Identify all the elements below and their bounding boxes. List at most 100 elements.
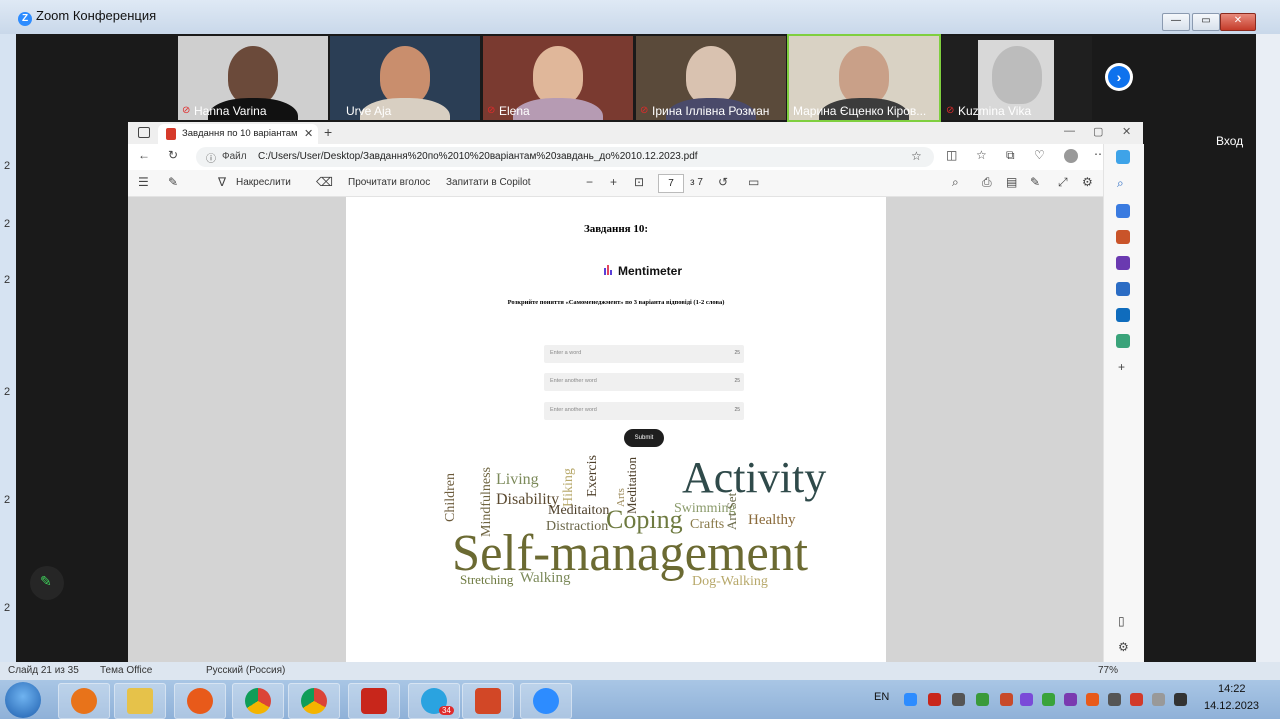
- games-icon[interactable]: [1116, 256, 1130, 270]
- tray-icon[interactable]: [976, 693, 989, 706]
- participant-tile[interactable]: Марина Єщенко Кіров...: [787, 34, 941, 122]
- sidebar-toggle-icon[interactable]: ▯: [1118, 614, 1125, 628]
- zoom-in-icon[interactable]: +: [610, 175, 617, 189]
- taskbar-explorer[interactable]: [114, 683, 166, 719]
- url-field[interactable]: ⓘ Файл C:/Users/User/Desktop/Завдання%20…: [196, 147, 934, 167]
- clock-time[interactable]: 14:22: [1218, 683, 1246, 695]
- taskbar-media-player[interactable]: [58, 683, 110, 719]
- input-language[interactable]: EN: [874, 691, 889, 703]
- submit-button[interactable]: Submit: [624, 429, 664, 447]
- fit-page-icon[interactable]: ⊡: [634, 175, 644, 189]
- tools-icon[interactable]: [1116, 230, 1130, 244]
- tray-icon[interactable]: [1042, 693, 1055, 706]
- taskbar-chrome[interactable]: [232, 683, 284, 719]
- zoom-tray-icon[interactable]: [904, 693, 917, 706]
- taskbar-acrobat[interactable]: [348, 683, 400, 719]
- background-ppt-left: [0, 34, 16, 662]
- participant-name: Ірина Іллівна Розман: [652, 104, 770, 118]
- back-icon[interactable]: ←: [138, 148, 150, 162]
- outlook-icon[interactable]: [1116, 308, 1130, 322]
- login-label[interactable]: Вход: [1216, 134, 1243, 148]
- highlight-icon[interactable]: ✎: [168, 175, 178, 189]
- close-button[interactable]: ✕: [1220, 13, 1256, 31]
- refresh-icon[interactable]: ↻: [168, 148, 178, 162]
- contents-icon[interactable]: ☰: [138, 175, 149, 189]
- network-icon[interactable]: [1108, 693, 1121, 706]
- zoom-out-icon[interactable]: −: [586, 175, 593, 189]
- search-icon[interactable]: ⌕: [952, 175, 959, 190]
- ask-copilot-button[interactable]: Запитати в Copilot: [446, 177, 531, 188]
- viber-icon[interactable]: [1020, 693, 1033, 706]
- tray-icon[interactable]: [928, 693, 941, 706]
- taskbar-app[interactable]: [174, 683, 226, 719]
- start-button[interactable]: [5, 682, 41, 718]
- shopping-icon[interactable]: [1116, 204, 1130, 218]
- minimize-button[interactable]: —: [1162, 13, 1190, 31]
- url-scheme-label: Файл: [222, 151, 247, 162]
- annotate-pen-button[interactable]: ✎: [30, 566, 64, 600]
- microsoft365-icon[interactable]: [1116, 282, 1130, 296]
- tray-icon[interactable]: [1064, 693, 1077, 706]
- participant-tile[interactable]: ⊘ Urve Aja: [330, 36, 480, 120]
- extensions-icon[interactable]: ♡: [1034, 148, 1045, 162]
- participant-tile[interactable]: ⊘ Hanna Varina: [178, 36, 328, 120]
- zoom-level[interactable]: 77%: [1098, 665, 1118, 676]
- collections-icon[interactable]: ⧉: [1006, 148, 1015, 163]
- browser-tab[interactable]: Завдання по 10 варіантам завд... ✕: [158, 124, 318, 144]
- save-icon[interactable]: ▤: [1006, 175, 1017, 189]
- read-aloud-button[interactable]: Прочитати вголос: [348, 177, 430, 188]
- tray-icon[interactable]: [1000, 693, 1013, 706]
- participant-tile[interactable]: ⊘ Kuzmina Vika: [942, 36, 1092, 120]
- fullscreen-icon[interactable]: ⤢: [1058, 175, 1068, 190]
- cloud-word: Exercis: [585, 455, 600, 497]
- taskbar-telegram[interactable]: 34: [408, 683, 460, 719]
- add-icon[interactable]: +: [1118, 360, 1125, 374]
- favorites-icon[interactable]: ☆: [976, 148, 987, 162]
- info-icon[interactable]: ⓘ: [206, 150, 216, 165]
- tab-bar: Завдання по 10 варіантам завд... ✕ + — ▢…: [128, 122, 1143, 144]
- tray-icon[interactable]: [1152, 693, 1165, 706]
- mic-muted-icon: ⊘: [946, 105, 955, 116]
- word-input-1[interactable]: Enter a word 25: [544, 345, 744, 363]
- settings-gear-icon[interactable]: ⚙: [1118, 640, 1129, 654]
- profile-avatar[interactable]: [1064, 149, 1078, 163]
- minimize-icon[interactable]: —: [1064, 125, 1075, 137]
- restore-icon[interactable]: ▢: [1093, 125, 1103, 138]
- next-participants-button[interactable]: ›: [1105, 63, 1133, 91]
- settings-gear-icon[interactable]: ⚙: [1082, 175, 1093, 189]
- copilot-icon[interactable]: [1116, 150, 1130, 164]
- page-number-input[interactable]: 7: [658, 174, 684, 193]
- taskbar-powerpoint[interactable]: [462, 683, 514, 719]
- word-input-3[interactable]: Enter another word 25: [544, 402, 744, 420]
- zoom-logo-icon: Z: [18, 12, 32, 26]
- drop-icon[interactable]: [1116, 334, 1130, 348]
- split-screen-icon[interactable]: ◫: [946, 148, 957, 162]
- favorite-star-icon[interactable]: ☆: [911, 149, 922, 163]
- clock-date[interactable]: 14.12.2023: [1204, 700, 1259, 712]
- tray-icon[interactable]: [1086, 693, 1099, 706]
- volume-icon[interactable]: [952, 693, 965, 706]
- rotate-icon[interactable]: ↺: [718, 175, 728, 189]
- print-icon[interactable]: ⎙: [982, 175, 992, 190]
- taskbar-zoom[interactable]: [520, 683, 572, 719]
- draw-icon[interactable]: ∇: [218, 175, 226, 189]
- mic-muted-icon: ⊘: [640, 105, 649, 116]
- save-as-icon[interactable]: ✎: [1030, 175, 1040, 189]
- tray-icon[interactable]: [1174, 693, 1187, 706]
- maximize-button[interactable]: ▭: [1192, 13, 1220, 31]
- close-icon[interactable]: ✕: [1122, 125, 1131, 138]
- draw-button[interactable]: Накреслити: [236, 177, 291, 188]
- participant-tile[interactable]: ⊘ Elena: [483, 36, 633, 120]
- taskbar-chrome-profile[interactable]: [288, 683, 340, 719]
- language-status: Русский (Россия): [206, 665, 286, 676]
- tab-close-icon[interactable]: ✕: [304, 127, 313, 140]
- word-input-2[interactable]: Enter another word 25: [544, 373, 744, 391]
- search-icon[interactable]: ⌕: [1117, 176, 1124, 191]
- new-tab-icon[interactable]: +: [324, 124, 332, 140]
- eraser-icon[interactable]: ⌫: [316, 175, 333, 189]
- participant-name: Марина Єщенко Кіров...: [793, 104, 927, 118]
- tab-actions-icon[interactable]: [138, 127, 150, 138]
- tray-icon[interactable]: [1130, 693, 1143, 706]
- page-view-icon[interactable]: ▭: [748, 175, 759, 189]
- participant-tile[interactable]: ⊘ Ірина Іллівна Розман: [636, 36, 786, 120]
